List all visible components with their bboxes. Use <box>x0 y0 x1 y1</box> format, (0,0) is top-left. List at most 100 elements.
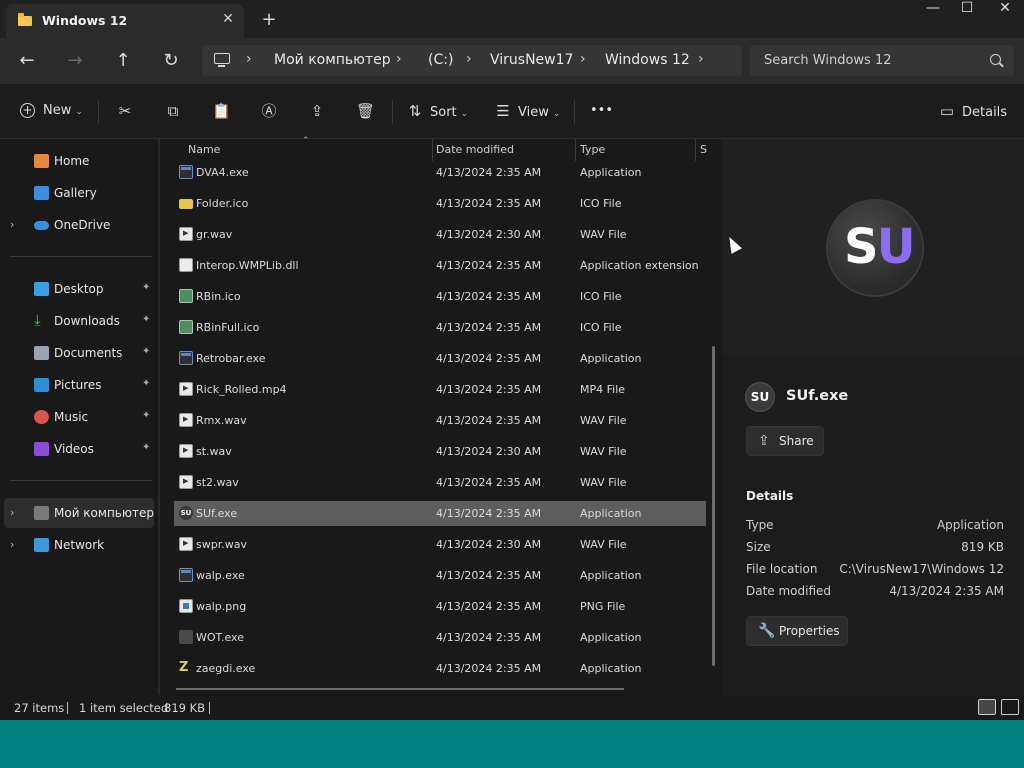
sort-button[interactable]: ⇅ Sort ⌄ <box>406 98 469 124</box>
file-row[interactable]: walp.exe 4/13/2024 2:35 AM Application <box>174 563 706 588</box>
file-row[interactable]: DVA4.exe 4/13/2024 2:35 AM Application <box>174 160 706 185</box>
refresh-button[interactable]: ↻ <box>157 48 185 74</box>
back-button[interactable]: ← <box>13 48 41 74</box>
chevron-right-icon[interactable]: › <box>396 51 402 67</box>
column-divider[interactable] <box>432 139 433 161</box>
chevron-right-icon[interactable]: › <box>10 218 14 231</box>
file-row[interactable]: WOT.exe 4/13/2024 2:35 AM Application <box>174 625 706 650</box>
file-name: st.wav <box>196 445 232 458</box>
sidebar-item-desktop[interactable]: Desktop ✦ <box>0 274 156 304</box>
vertical-scrollbar[interactable] <box>712 346 715 666</box>
application-icon <box>179 351 193 365</box>
file-row[interactable]: Folder.ico 4/13/2024 2:35 AM ICO File <box>174 191 706 216</box>
up-button[interactable]: ↑ <box>109 48 137 74</box>
details-pane-button[interactable]: ▭ Details <box>938 98 1007 124</box>
file-row[interactable]: RBinFull.ico 4/13/2024 2:35 AM ICO File <box>174 315 706 340</box>
sidebar-item-videos[interactable]: Videos ✦ <box>0 434 156 464</box>
sort-label: Sort <box>430 105 457 120</box>
column-header-date[interactable]: Date modified <box>436 143 514 156</box>
details-view-icon[interactable] <box>978 699 996 715</box>
share-button[interactable]: ⇪ <box>308 98 332 124</box>
search-input[interactable]: Search Windows 12 <box>764 53 892 68</box>
search-box[interactable]: Search Windows 12 <box>750 45 1014 76</box>
chevron-right-icon[interactable]: › <box>10 538 14 551</box>
file-name: st2.wav <box>196 476 239 489</box>
chevron-right-icon[interactable]: › <box>466 51 472 67</box>
sidebar-item-label: Desktop <box>54 282 104 296</box>
column-header-name[interactable]: Name <box>188 143 220 156</box>
forward-button[interactable]: → <box>61 48 89 74</box>
breadcrumb-virusnew17[interactable]: VirusNew17 <box>490 52 573 68</box>
sidebar-item-onedrive[interactable]: › OneDrive <box>0 210 156 240</box>
file-date-modified: 4/13/2024 2:35 AM <box>436 166 542 179</box>
properties-button[interactable]: 🔧 Properties <box>746 616 848 646</box>
horizontal-scrollbar[interactable] <box>176 688 624 690</box>
file-row[interactable]: st.wav 4/13/2024 2:30 AM WAV File <box>174 439 706 464</box>
new-tab-button[interactable]: + <box>258 9 280 31</box>
media-file-icon <box>179 227 193 241</box>
more-options-button[interactable]: ••• <box>590 98 613 124</box>
cut-button[interactable]: ✂ <box>116 98 140 124</box>
maximize-button[interactable]: ☐ <box>948 0 986 16</box>
detail-key-type: Type <box>746 518 774 532</box>
file-row[interactable]: Retrobar.exe 4/13/2024 2:35 AM Application <box>174 346 706 371</box>
file-row[interactable]: gr.wav 4/13/2024 2:30 AM WAV File <box>174 222 706 247</box>
view-button[interactable]: ☰ View ⌄ <box>494 98 560 124</box>
chevron-right-icon[interactable]: › <box>698 51 704 67</box>
delete-button[interactable]: 🗑 <box>356 98 380 124</box>
sidebar-item-network[interactable]: › Network <box>0 530 156 560</box>
sidebar-item-documents[interactable]: Documents ✦ <box>0 338 156 368</box>
file-row[interactable]: st2.wav 4/13/2024 2:35 AM WAV File <box>174 470 706 495</box>
file-row[interactable]: swpr.wav 4/13/2024 2:30 AM WAV File <box>174 532 706 557</box>
minimize-button[interactable]: — <box>914 0 952 16</box>
sidebar-item-label: Gallery <box>54 186 97 200</box>
breadcrumb-drive[interactable]: (C:) <box>428 52 453 68</box>
chevron-down-icon: ⌄ <box>552 109 561 119</box>
copy-icon: ⧉ <box>167 102 179 120</box>
copy-button[interactable]: ⧉ <box>164 98 188 124</box>
sidebar-item-downloads[interactable]: ⤓ Downloads ✦ <box>0 306 156 336</box>
breadcrumb-windows12[interactable]: Windows 12 <box>605 52 690 68</box>
chevron-right-icon[interactable]: › <box>580 51 586 67</box>
file-row[interactable]: Zzaegdi.exe 4/13/2024 2:35 AM Application <box>174 656 706 681</box>
sidebar-item-label: Мой компьютер <box>54 506 154 520</box>
tab-close-icon[interactable]: ✕ <box>218 9 238 29</box>
file-date-modified: 4/13/2024 2:35 AM <box>436 259 542 272</box>
tab-windows-12[interactable]: Windows 12 ✕ <box>6 4 244 38</box>
recycle-bin-icon <box>179 320 193 334</box>
close-window-button[interactable]: ✕ <box>986 0 1024 16</box>
file-row[interactable]: RBin.ico 4/13/2024 2:35 AM ICO File <box>174 284 706 309</box>
file-row[interactable]: Rick_Rolled.mp4 4/13/2024 2:35 AM MP4 File <box>174 377 706 402</box>
rename-button[interactable]: Ⓐ <box>260 98 284 124</box>
media-file-icon <box>179 382 193 396</box>
sidebar-item-pictures[interactable]: Pictures ✦ <box>0 370 156 400</box>
file-row[interactable]: Rmx.wav 4/13/2024 2:35 AM WAV File <box>174 408 706 433</box>
share-file-button[interactable]: ⇪ Share <box>746 426 824 456</box>
chevron-right-icon[interactable]: › <box>10 506 14 519</box>
column-header-type[interactable]: Type <box>580 143 605 156</box>
new-button[interactable]: + New ⌄ <box>20 98 83 124</box>
recycle-bin-icon <box>179 289 193 303</box>
file-date-modified: 4/13/2024 2:35 AM <box>436 476 542 489</box>
column-header-size[interactable]: S <box>700 143 707 156</box>
tiles-view-icon[interactable] <box>1001 699 1019 715</box>
address-bar[interactable]: › Мой компьютер › (C:) › VirusNew17 › Wi… <box>202 45 742 76</box>
status-bar: 27 items 1 item selected 819 KB <box>0 695 1024 720</box>
file-icon: SU <box>746 383 774 411</box>
detail-key-size: Size <box>746 540 771 554</box>
file-row[interactable]: Interop.WMPLib.dll 4/13/2024 2:35 AM Appli… <box>174 253 706 278</box>
breadcrumb-computer[interactable]: Мой компьютер <box>274 52 391 68</box>
file-row[interactable]: walp.png 4/13/2024 2:35 AM PNG File <box>174 594 706 619</box>
folder-icon <box>18 13 32 26</box>
file-type: Application <box>580 569 642 582</box>
sidebar-item-music[interactable]: Music ✦ <box>0 402 156 432</box>
detail-key-date: Date modified <box>746 584 832 598</box>
column-divider[interactable] <box>575 139 576 161</box>
paste-button[interactable]: 📋 <box>212 98 236 124</box>
sidebar-item-home[interactable]: Home <box>0 146 156 176</box>
file-row[interactable]: SU SUf.exe 4/13/2024 2:35 AM Application <box>174 501 706 526</box>
sidebar-item-my-computer[interactable]: › Мой компьютер <box>4 498 154 528</box>
column-divider[interactable] <box>695 139 696 161</box>
file-date-modified: 4/13/2024 2:35 AM <box>436 321 542 334</box>
sidebar-item-gallery[interactable]: Gallery <box>0 178 156 208</box>
